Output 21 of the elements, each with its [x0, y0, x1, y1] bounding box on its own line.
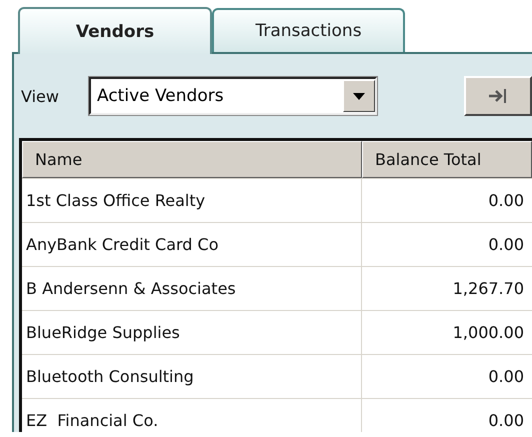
table-cell: B Andersenn & Associates [22, 267, 362, 310]
table-cell-text: 0.00 [487, 190, 525, 212]
table-cell-text: 0.00 [487, 410, 525, 432]
view-label: View [20, 86, 60, 106]
column-header[interactable]: Balance Total [362, 141, 532, 178]
tab[interactable]: Transactions [212, 8, 405, 52]
table-cell: EZ Financial Co. [22, 399, 362, 432]
table-cell-text: 1,267.70 [452, 278, 525, 300]
column-header[interactable]: Name [22, 141, 362, 178]
collapse-button[interactable] [464, 76, 532, 116]
table-cell: AnyBank Credit Card Co [22, 223, 362, 266]
tab[interactable]: Vendors [18, 7, 212, 54]
table-cell-text: 0.00 [487, 234, 525, 256]
table-cell-text: 1,000.00 [452, 322, 525, 344]
table-cell: Bluetooth Consulting [22, 355, 362, 398]
table-cell: 1st Class Office Realty [22, 179, 362, 222]
view-dropdown[interactable]: Active Vendors [89, 77, 377, 115]
dropdown-arrow-icon [353, 92, 365, 100]
table-cell: BlueRidge Supplies [22, 311, 362, 354]
arrow-to-bar-icon [488, 89, 508, 103]
table-cell-text: 0.00 [487, 366, 525, 388]
